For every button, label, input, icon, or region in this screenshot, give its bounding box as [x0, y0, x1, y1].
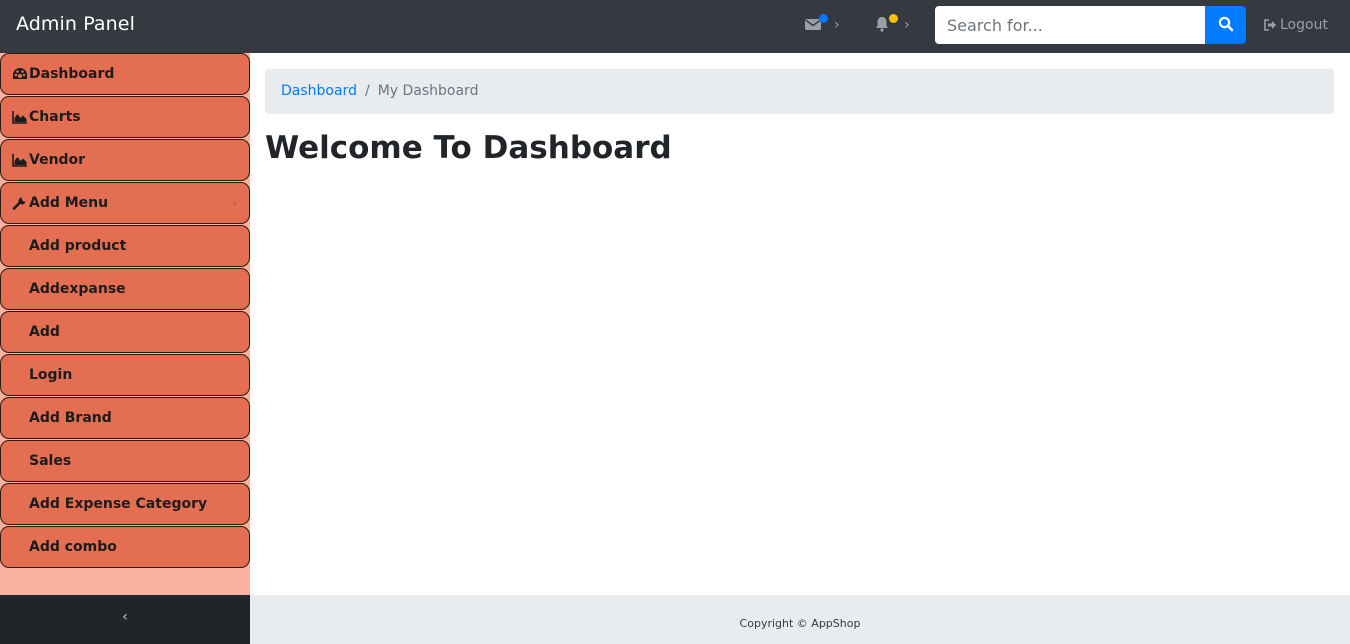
sidebar-item-login[interactable]: Login: [0, 354, 250, 396]
area-chart-icon: [12, 111, 27, 124]
sidebar-item-label: Vendor: [29, 152, 86, 168]
area-chart-icon: [12, 154, 27, 167]
sidebar-item-label: Add combo: [29, 539, 117, 555]
sidebar-item-add-product[interactable]: Add product: [0, 225, 250, 267]
copyright-text: Copyright © AppShop: [739, 617, 861, 630]
wrench-icon: [12, 197, 26, 210]
search-input[interactable]: [935, 6, 1205, 44]
messages-chevron-icon[interactable]: ›: [834, 16, 840, 34]
breadcrumb-separator: /: [364, 83, 370, 99]
sidebar-item-add[interactable]: Add: [0, 311, 250, 353]
sidebar-item-charts[interactable]: Charts: [0, 96, 250, 138]
sidebar-item-add-expense-category[interactable]: Add Expense Category: [0, 483, 250, 525]
logout-label: Logout: [1280, 17, 1328, 33]
sidebar-item-label: Charts: [29, 109, 81, 125]
search-button[interactable]: [1205, 6, 1246, 44]
sidebar-item-label: Add Expense Category: [29, 496, 208, 512]
logout-link[interactable]: Logout: [1264, 16, 1328, 36]
sidebar-item-vendor[interactable]: Vendor: [0, 139, 250, 181]
sidebar-item-addexpanse[interactable]: Addexpanse: [0, 268, 250, 310]
sidebar-item-sales[interactable]: Sales: [0, 440, 250, 482]
submenu-chevron-icon: ›: [232, 196, 237, 210]
sidebar-item-label: Add product: [29, 238, 127, 254]
notifications-chevron-icon[interactable]: ›: [904, 16, 910, 34]
sidebar-item-label: Add Menu: [29, 195, 109, 211]
sidebar-item-dashboard[interactable]: Dashboard: [0, 53, 250, 95]
notification-badge-dot: [889, 14, 898, 23]
search-icon: [1218, 16, 1233, 31]
breadcrumb-current: My Dashboard: [377, 83, 479, 99]
sidebar-item-label: Login: [29, 367, 73, 383]
chevron-left-icon[interactable]: ‹: [118, 609, 132, 629]
sidebar-item-add-combo[interactable]: Add combo: [0, 526, 250, 568]
sidebar-item-label: Addexpanse: [29, 281, 126, 297]
footer: Copyright © AppShop: [250, 595, 1350, 644]
brand-title[interactable]: Admin Panel: [16, 13, 135, 35]
breadcrumb-link-dashboard[interactable]: Dashboard: [281, 83, 357, 99]
sidebar-item-add-menu[interactable]: Add Menu ›: [0, 182, 250, 224]
message-badge-dot: [819, 14, 828, 23]
sign-out-icon: [1264, 19, 1276, 31]
sidebar-item-label: Dashboard: [29, 66, 115, 82]
sidebar-item-label: Add: [29, 324, 60, 340]
sidebar-item-label: Add Brand: [29, 410, 112, 426]
breadcrumb: Dashboard / My Dashboard: [265, 69, 1334, 114]
sidebar-item-label: Sales: [29, 453, 72, 469]
sidebar-footer: ‹: [0, 595, 250, 644]
tachometer-icon: [13, 68, 27, 79]
top-navbar: Admin Panel › › Logout: [0, 0, 1350, 53]
search-form: [935, 6, 1246, 44]
sidebar-item-add-brand[interactable]: Add Brand: [0, 397, 250, 439]
sidebar: Dashboard Charts Vendor Add Menu › Add p…: [0, 53, 250, 595]
page-title: Welcome To Dashboard: [265, 130, 672, 166]
